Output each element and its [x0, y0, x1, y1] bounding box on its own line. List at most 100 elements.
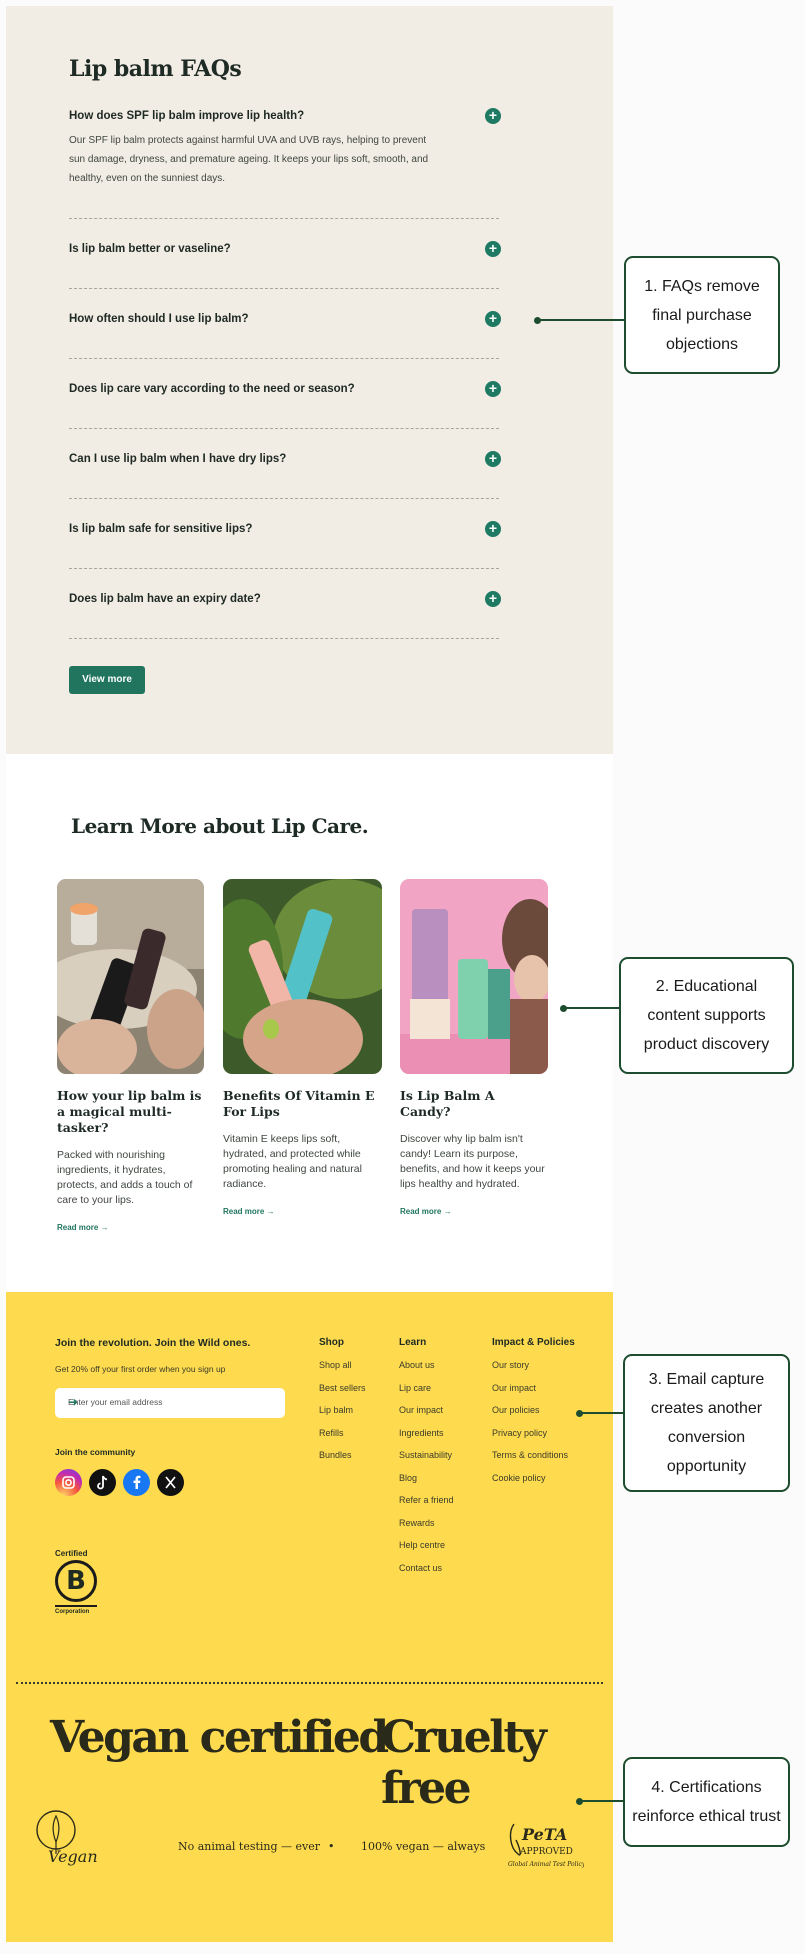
footer-link[interactable]: Refills: [319, 1428, 366, 1451]
footer-column-learn: Learn About us Lip care Our impact Ingre…: [399, 1337, 454, 1585]
faq-question[interactable]: Is lip balm safe for sensitive lips?: [69, 519, 499, 539]
footer-link[interactable]: Privacy policy: [492, 1428, 575, 1451]
annotation-connector: [538, 319, 624, 321]
footer: Join the revolution. Join the Wild ones.…: [6, 1292, 613, 1942]
footer-link[interactable]: Refer a friend: [399, 1495, 454, 1518]
footer-link[interactable]: Our story: [492, 1360, 575, 1383]
footer-link[interactable]: Shop all: [319, 1360, 366, 1383]
instagram-icon[interactable]: [55, 1469, 82, 1496]
article-card[interactable]: How your lip balm is a magical multi-tas…: [57, 879, 204, 1232]
annotation-certifications: 4. Certifications reinforce ethical trus…: [623, 1757, 790, 1847]
footer-link[interactable]: Terms & conditions: [492, 1450, 575, 1473]
annotation-connector: [580, 1412, 623, 1414]
article-image[interactable]: [400, 879, 548, 1074]
vegan-certified-heading: Vegan certified: [50, 1712, 389, 1763]
article-description: Packed with nourishing ingredients, it h…: [57, 1149, 193, 1206]
article-image[interactable]: [223, 879, 382, 1074]
submit-arrow-icon[interactable]: ➜: [68, 1395, 271, 1409]
footer-link[interactable]: Help centre: [399, 1540, 454, 1563]
footer-link[interactable]: Our policies: [492, 1405, 575, 1428]
peta-approved-logo: PeTA APPROVED Global Animal Test Policy: [504, 1818, 586, 1878]
article-description: Vitamin E keeps lips soft, hydrated, and…: [223, 1133, 362, 1190]
annotation-email-capture: 3. Email capture creates another convers…: [623, 1354, 790, 1492]
bcorp-top: Certified: [55, 1549, 88, 1558]
faq-item[interactable]: Can I use lip balm when I have dry lips?…: [69, 429, 501, 499]
vegan-always-text: 100% vegan — always: [361, 1840, 486, 1853]
faq-item[interactable]: How does SPF lip balm improve lip health…: [69, 106, 501, 219]
x-icon[interactable]: [157, 1469, 184, 1496]
read-more-link[interactable]: Read more →: [400, 1207, 548, 1216]
footer-link[interactable]: Lip care: [399, 1383, 454, 1406]
footer-column-heading: Impact & Policies: [492, 1337, 575, 1348]
email-field[interactable]: Enter your email address ➜: [55, 1388, 285, 1418]
community-heading: Join the community: [55, 1447, 136, 1457]
expand-icon[interactable]: +: [485, 381, 501, 397]
view-more-button[interactable]: View more: [69, 666, 145, 694]
annotation-faqs: 1. FAQs remove final purchase objections: [624, 256, 780, 374]
page: Lip balm FAQs How does SPF lip balm impr…: [6, 6, 613, 1942]
footer-column-heading: Shop: [319, 1337, 344, 1348]
read-more-link[interactable]: Read more →: [57, 1223, 204, 1232]
newsletter-subtext: Get 20% off your first order when you si…: [55, 1364, 226, 1374]
faq-item[interactable]: Is lip balm better or vaseline? +: [69, 219, 501, 289]
bcorp-letter: B: [55, 1560, 97, 1602]
article-image[interactable]: [57, 879, 204, 1074]
article-card[interactable]: Benefits Of Vitamin E For Lips Vitamin E…: [223, 879, 382, 1216]
footer-column-policies: Impact & Policies Our story Our impact O…: [492, 1337, 575, 1495]
annotation-connector: [580, 1800, 623, 1802]
article-title[interactable]: How your lip balm is a magical multi-tas…: [57, 1088, 204, 1136]
no-animal-testing-text: No animal testing — ever: [178, 1840, 321, 1853]
article-title[interactable]: Benefits Of Vitamin E For Lips: [223, 1088, 382, 1120]
footer-divider: [16, 1682, 603, 1684]
faq-question[interactable]: Does lip balm have an expiry date?: [69, 589, 499, 609]
annotation-connector: [564, 1007, 619, 1009]
svg-text:Vegan: Vegan: [48, 1847, 98, 1866]
bullet-separator-icon: •: [328, 1840, 335, 1853]
footer-link[interactable]: Best sellers: [319, 1383, 366, 1406]
footer-link[interactable]: Contact us: [399, 1563, 454, 1586]
footer-link[interactable]: Blog: [399, 1473, 454, 1496]
read-more-link[interactable]: Read more →: [223, 1207, 382, 1216]
svg-text:Global Animal Test Policy: Global Animal Test Policy: [508, 1861, 584, 1868]
footer-column-shop: Shop Shop all Best sellers Lip balm Refi…: [319, 1337, 366, 1473]
footer-link[interactable]: Rewards: [399, 1518, 454, 1541]
faq-question[interactable]: Can I use lip balm when I have dry lips?: [69, 449, 499, 469]
footer-link[interactable]: Sustainability: [399, 1450, 454, 1473]
faq-item[interactable]: Does lip balm have an expiry date? +: [69, 569, 501, 639]
expand-icon[interactable]: +: [485, 521, 501, 537]
article-title[interactable]: Is Lip Balm A Candy?: [400, 1088, 548, 1120]
footer-link[interactable]: Our impact: [399, 1405, 454, 1428]
faq-question[interactable]: How does SPF lip balm improve lip health…: [69, 106, 499, 126]
vegan-logo: Vegan: [34, 1808, 114, 1868]
svg-text:PeTA: PeTA: [521, 1825, 567, 1844]
facebook-icon[interactable]: [123, 1469, 150, 1496]
faq-item[interactable]: Is lip balm safe for sensitive lips? +: [69, 499, 501, 569]
faq-question[interactable]: Is lip balm better or vaseline?: [69, 239, 499, 259]
footer-link[interactable]: Cookie policy: [492, 1473, 575, 1496]
bcorp-bottom: Corporation: [55, 1609, 90, 1615]
learn-section: Learn More about Lip Care. How your lip …: [6, 754, 613, 1292]
footer-link[interactable]: About us: [399, 1360, 454, 1383]
learn-title: Learn More about Lip Care.: [71, 814, 369, 838]
footer-link[interactable]: Our impact: [492, 1383, 575, 1406]
bcorp-logo: Certified B Corporation: [55, 1549, 100, 1615]
faq-item[interactable]: Does lip care vary according to the need…: [69, 359, 501, 429]
annotation-educational: 2. Educational content supports product …: [619, 957, 794, 1074]
footer-link[interactable]: Lip balm: [319, 1405, 366, 1428]
footer-link[interactable]: Bundles: [319, 1450, 366, 1473]
article-description: Discover why lip balm isn't candy! Learn…: [400, 1133, 545, 1190]
footer-link[interactable]: Ingredients: [399, 1428, 454, 1451]
expand-icon[interactable]: +: [485, 451, 501, 467]
expand-icon[interactable]: +: [485, 591, 501, 607]
faq-answer: Our SPF lip balm protects against harmfu…: [69, 135, 429, 184]
svg-text:APPROVED: APPROVED: [519, 1847, 573, 1857]
footer-column-heading: Learn: [399, 1337, 427, 1348]
expand-icon[interactable]: +: [485, 108, 501, 124]
article-card[interactable]: Is Lip Balm A Candy? Discover why lip ba…: [400, 879, 548, 1216]
faq-item[interactable]: How often should I use lip balm? +: [69, 289, 501, 359]
faq-question[interactable]: Does lip care vary according to the need…: [69, 379, 499, 399]
tiktok-icon[interactable]: [89, 1469, 116, 1496]
expand-icon[interactable]: +: [485, 311, 501, 327]
expand-icon[interactable]: +: [485, 241, 501, 257]
faq-question[interactable]: How often should I use lip balm?: [69, 309, 499, 329]
